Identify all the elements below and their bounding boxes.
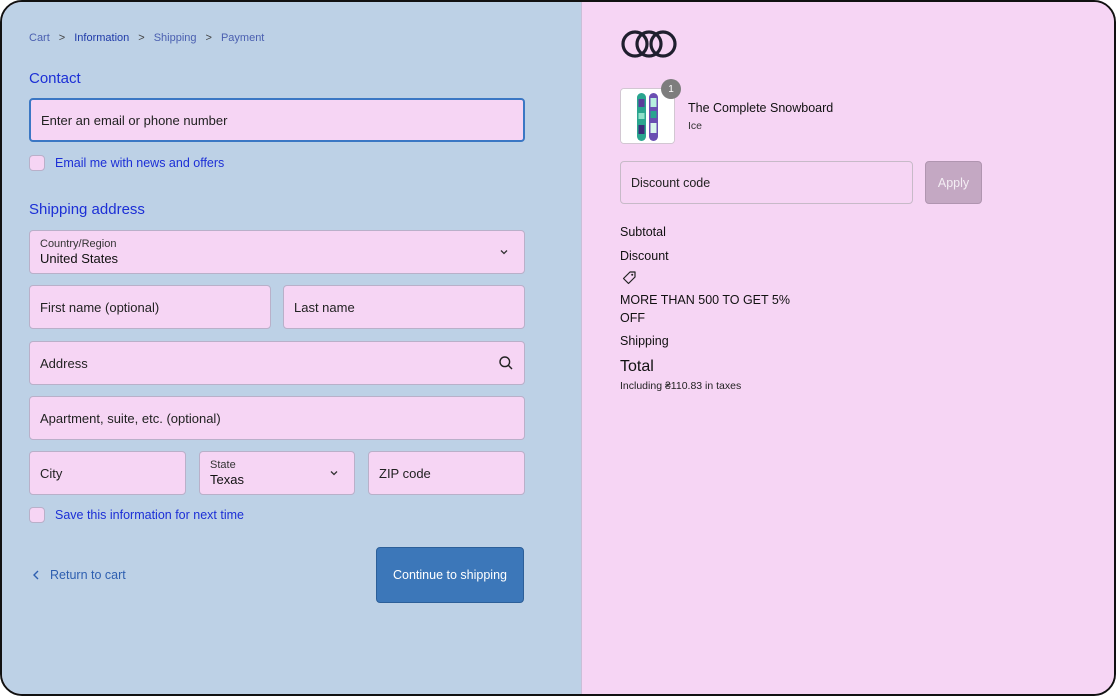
apartment-placeholder: Apartment, suite, etc. (optional) <box>40 410 221 426</box>
zip-field[interactable]: ZIP code <box>368 451 525 495</box>
city-field[interactable]: City <box>29 451 186 495</box>
address-field[interactable]: Address <box>29 341 525 385</box>
country-select[interactable]: Country/Region United States <box>29 230 525 274</box>
address-placeholder: Address <box>40 355 88 371</box>
news-checkbox-label: Email me with news and offers <box>55 156 225 170</box>
product-variant: Ice <box>688 120 703 132</box>
total-label: Total <box>620 358 654 375</box>
tag-icon <box>622 271 636 285</box>
interlocking-rings-logo[interactable] <box>620 26 678 62</box>
breadcrumb-separator: > <box>138 32 145 44</box>
chevron-down-icon <box>500 250 508 255</box>
discount-code-input[interactable]: Discount code <box>620 161 913 204</box>
tax-note: Including ₴110.83 in taxes <box>620 380 742 392</box>
save-info-checkbox[interactable] <box>29 507 45 523</box>
state-label: State <box>210 458 236 471</box>
apartment-field[interactable]: Apartment, suite, etc. (optional) <box>29 396 525 440</box>
checkout-window: Cart > Information > Shipping > Payment … <box>0 0 1116 696</box>
country-label: Country/Region <box>40 237 117 250</box>
apply-discount-button[interactable]: Apply <box>925 161 982 204</box>
zip-placeholder: ZIP code <box>379 465 431 481</box>
last-name-field[interactable]: Last name <box>283 285 525 329</box>
email-field[interactable]: Enter an email or phone number <box>29 98 525 142</box>
shipping-label: Shipping <box>620 334 669 348</box>
first-name-placeholder: First name (optional) <box>40 299 160 315</box>
continue-to-shipping-button[interactable]: Continue to shipping <box>376 547 524 603</box>
applied-discount-code: MORE THAN 500 TO GET 5% OFF <box>620 293 790 325</box>
subtotal-label: Subtotal <box>620 225 666 239</box>
city-placeholder: City <box>40 465 63 481</box>
save-info-label: Save this information for next time <box>55 508 244 522</box>
chevron-down-icon <box>330 471 338 476</box>
discount-code-placeholder: Discount code <box>631 175 711 190</box>
return-to-cart-link[interactable]: Return to cart <box>32 568 126 582</box>
state-value: Texas <box>210 471 244 487</box>
chevron-left-icon <box>33 570 39 580</box>
quantity-badge: 1 <box>661 79 681 99</box>
shipping-address-heading: Shipping address <box>29 201 145 218</box>
breadcrumb-information: Information <box>74 32 130 44</box>
save-info-opt-in[interactable]: Save this information for next time <box>29 507 244 523</box>
news-opt-in[interactable]: Email me with news and offers <box>29 155 224 171</box>
product-name: The Complete Snowboard <box>688 101 834 115</box>
breadcrumb-cart[interactable]: Cart <box>29 32 50 44</box>
breadcrumb-separator: > <box>58 32 66 44</box>
breadcrumb: Cart > Information > Shipping > Payment <box>29 32 264 44</box>
state-select[interactable]: State Texas <box>199 451 355 495</box>
last-name-placeholder: Last name <box>294 299 355 315</box>
search-icon[interactable] <box>498 355 514 371</box>
discount-label: Discount <box>620 249 669 263</box>
country-value: United States <box>40 250 119 266</box>
first-name-field[interactable]: First name (optional) <box>29 285 271 329</box>
breadcrumb-separator: > <box>205 32 212 44</box>
breadcrumb-shipping: Shipping <box>153 32 197 44</box>
email-placeholder: Enter an email or phone number <box>41 112 228 128</box>
return-to-cart-label: Return to cart <box>50 568 126 582</box>
breadcrumb-payment: Payment <box>220 32 265 44</box>
news-checkbox[interactable] <box>29 155 45 171</box>
contact-heading: Contact <box>29 70 81 87</box>
